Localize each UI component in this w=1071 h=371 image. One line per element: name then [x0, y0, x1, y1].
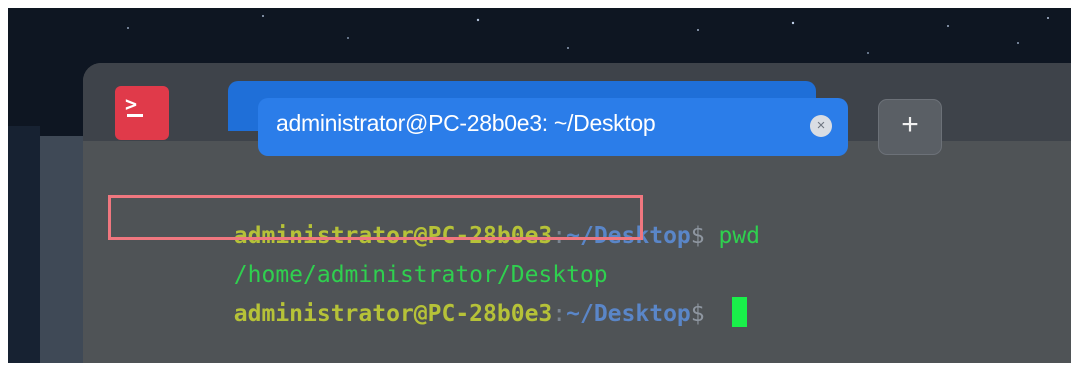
text-cursor[interactable]	[732, 297, 748, 327]
desktop-background: > administrator@PC-28b0e3: ~/Desktop × +…	[8, 8, 1071, 363]
prompt-chevron-icon: >	[125, 92, 138, 116]
prompt-symbol: $	[690, 301, 719, 327]
desktop-strip	[8, 126, 40, 363]
terminal-icon[interactable]: >	[115, 86, 169, 140]
title-bar: > administrator@PC-28b0e3: ~/Desktop × +	[83, 63, 1071, 156]
close-icon[interactable]: ×	[810, 115, 832, 137]
prompt-user-host: administrator@PC-28b0e3	[233, 301, 553, 327]
command-text: pwd	[718, 223, 761, 249]
new-tab-button[interactable]: +	[878, 99, 942, 155]
prompt-path: ~/Desktop	[566, 301, 691, 327]
prompt-separator: :	[552, 301, 567, 327]
terminal-line: administrator@PC-28b0e3:~/Desktop$	[123, 256, 748, 363]
prompt-underscore-icon	[127, 114, 143, 117]
tab-active[interactable]: administrator@PC-28b0e3: ~/Desktop ×	[258, 98, 848, 156]
tab-title: administrator@PC-28b0e3: ~/Desktop	[276, 110, 656, 136]
prompt-symbol: $	[690, 223, 719, 249]
highlight-box	[108, 195, 643, 240]
